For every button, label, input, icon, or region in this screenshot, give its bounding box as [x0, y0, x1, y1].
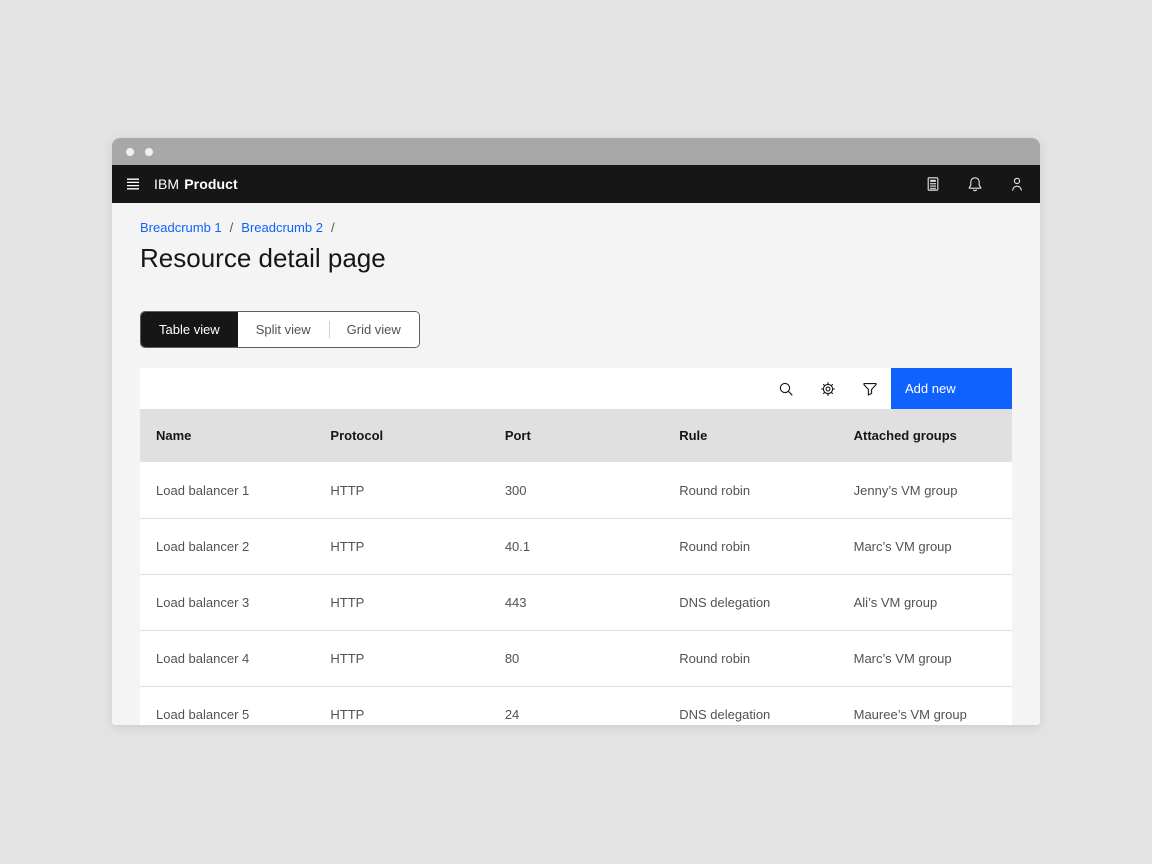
- load-balancer-table: Name Protocol Port Rule Attached groups …: [140, 409, 1012, 725]
- cell-name: Load balancer 4: [140, 631, 314, 686]
- tab-grid-view[interactable]: Grid view: [329, 312, 419, 347]
- search-icon: [778, 381, 794, 397]
- notification-bell-icon: [967, 176, 983, 192]
- cell-attached-groups: Marc’s VM group: [838, 631, 1012, 686]
- cell-attached-groups: Mauree’s VM group: [838, 687, 1012, 725]
- window-control-dot: [145, 148, 153, 156]
- breadcrumb-link-1[interactable]: Breadcrumb 1: [140, 221, 222, 235]
- cell-port: 40.1: [489, 519, 663, 574]
- column-header-protocol: Protocol: [314, 409, 488, 462]
- app-header: IBM Product: [112, 165, 1040, 203]
- user-button[interactable]: [996, 165, 1038, 203]
- cell-name: Load balancer 2: [140, 519, 314, 574]
- cell-protocol: HTTP: [314, 575, 488, 630]
- table-toolbar: Add new: [140, 368, 1012, 409]
- tab-table-view[interactable]: Table view: [141, 312, 238, 347]
- user-avatar-icon: [1009, 176, 1025, 192]
- brand: IBM Product: [154, 176, 238, 192]
- cell-name: Load balancer 3: [140, 575, 314, 630]
- cell-rule: Round robin: [663, 519, 837, 574]
- brand-prefix: IBM: [154, 176, 179, 192]
- cell-attached-groups: Marc’s VM group: [838, 519, 1012, 574]
- breadcrumb: Breadcrumb 1 / Breadcrumb 2 /: [140, 221, 1012, 235]
- filter-button[interactable]: [849, 368, 891, 409]
- cell-port: 80: [489, 631, 663, 686]
- menu-button[interactable]: [112, 165, 154, 203]
- browser-chrome-bar: [112, 138, 1040, 165]
- settings-gear-icon: [820, 381, 836, 397]
- filter-funnel-icon: [862, 381, 878, 397]
- settings-button[interactable]: [807, 368, 849, 409]
- cell-port: 300: [489, 462, 663, 518]
- cell-attached-groups: Ali’s VM group: [838, 575, 1012, 630]
- browser-window-mockup: IBM Product: [112, 138, 1040, 725]
- data-table-icon: [925, 176, 941, 192]
- add-new-button[interactable]: Add new: [891, 368, 1012, 409]
- breadcrumb-separator: /: [331, 221, 335, 235]
- search-button[interactable]: [765, 368, 807, 409]
- cell-protocol: HTTP: [314, 519, 488, 574]
- cell-name: Load balancer 5: [140, 687, 314, 725]
- brand-name: Product: [184, 176, 238, 192]
- cell-rule: Round robin: [663, 462, 837, 518]
- breadcrumb-link-2[interactable]: Breadcrumb 2: [241, 221, 323, 235]
- cell-rule: Round robin: [663, 631, 837, 686]
- cell-port: 443: [489, 575, 663, 630]
- window-control-dot: [126, 148, 134, 156]
- page-title: Resource detail page: [140, 243, 1012, 273]
- column-header-rule: Rule: [663, 409, 837, 462]
- tab-split-view[interactable]: Split view: [238, 312, 329, 347]
- data-table-button[interactable]: [912, 165, 954, 203]
- breadcrumb-separator: /: [230, 221, 234, 235]
- cell-rule: DNS delegation: [663, 575, 837, 630]
- table-row[interactable]: Load balancer 1 HTTP 300 Round robin Jen…: [140, 462, 1012, 518]
- table-header-row: Name Protocol Port Rule Attached groups: [140, 409, 1012, 462]
- cell-name: Load balancer 1: [140, 462, 314, 518]
- notifications-button[interactable]: [954, 165, 996, 203]
- table-row[interactable]: Load balancer 3 HTTP 443 DNS delegation …: [140, 574, 1012, 630]
- menu-icon: [125, 176, 141, 192]
- column-header-port: Port: [489, 409, 663, 462]
- column-header-name: Name: [140, 409, 314, 462]
- cell-protocol: HTTP: [314, 631, 488, 686]
- table-row[interactable]: Load balancer 2 HTTP 40.1 Round robin Ma…: [140, 518, 1012, 574]
- cell-port: 24: [489, 687, 663, 725]
- cell-protocol: HTTP: [314, 687, 488, 725]
- view-switcher: Table view Split view Grid view: [140, 311, 420, 348]
- page-content: Breadcrumb 1 / Breadcrumb 2 / Resource d…: [112, 203, 1040, 725]
- cell-attached-groups: Jenny’s VM group: [838, 462, 1012, 518]
- cell-protocol: HTTP: [314, 462, 488, 518]
- table-row[interactable]: Load balancer 4 HTTP 80 Round robin Marc…: [140, 630, 1012, 686]
- column-header-attached-groups: Attached groups: [838, 409, 1012, 462]
- cell-rule: DNS delegation: [663, 687, 837, 725]
- table-row[interactable]: Load balancer 5 HTTP 24 DNS delegation M…: [140, 686, 1012, 725]
